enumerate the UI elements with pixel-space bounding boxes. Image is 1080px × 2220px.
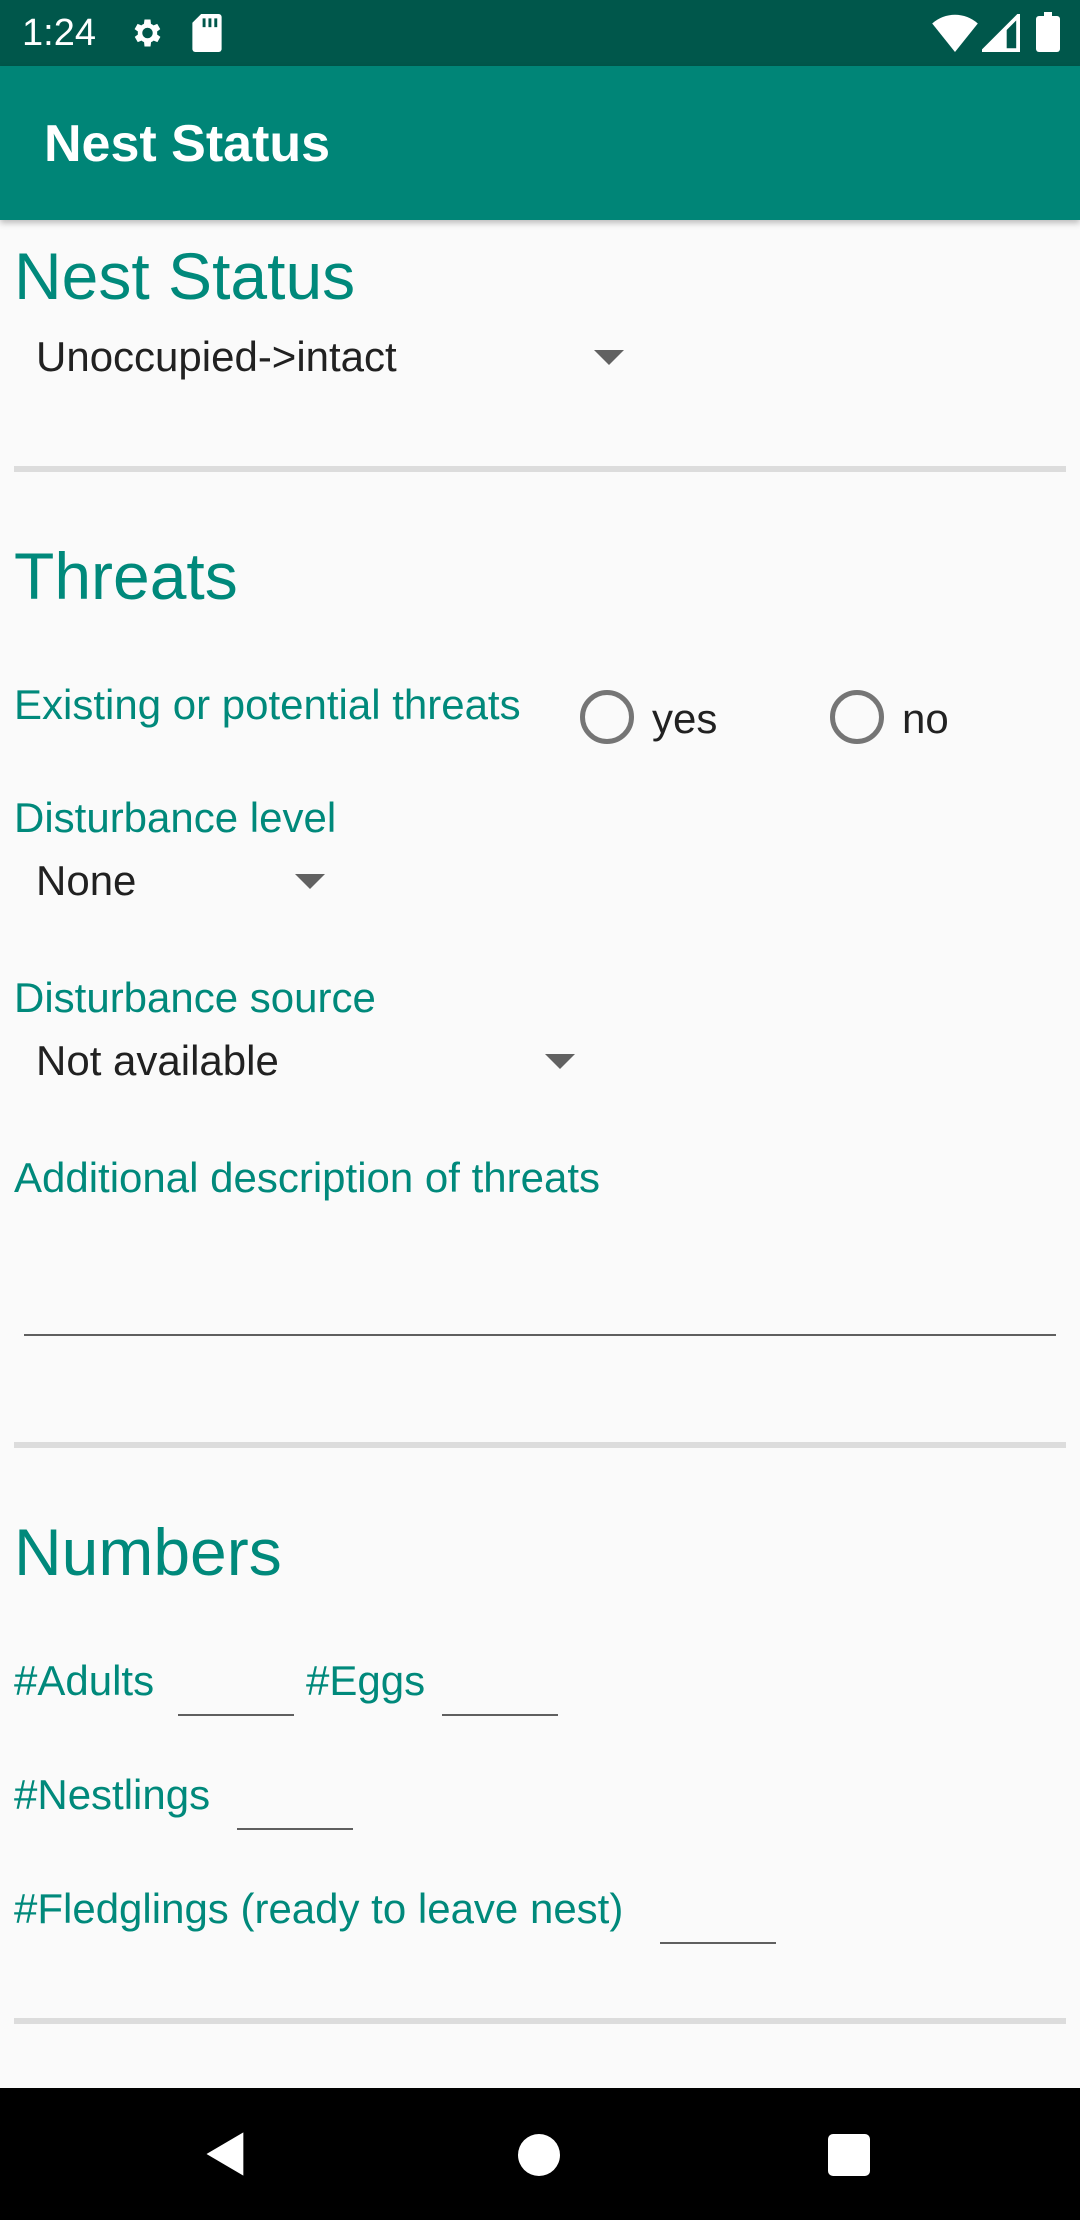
- dropdown-arrow-icon: [594, 350, 624, 365]
- adults-label: #Adults: [14, 1657, 155, 1704]
- section-divider: [14, 466, 1066, 472]
- disturbance-source-value: Not available: [36, 1037, 279, 1084]
- disturbance-level-value: None: [36, 857, 137, 904]
- threats-description-underline: [24, 1334, 1056, 1336]
- gear-icon: [134, 19, 161, 47]
- status-time: 1:24: [22, 12, 96, 54]
- threats-no-label: no: [902, 695, 949, 742]
- dropdown-arrow-icon: [295, 874, 325, 889]
- disturbance-source-label: Disturbance source: [14, 974, 376, 1021]
- app-bar: Nest Status: [0, 66, 1080, 220]
- threats-description-label: Additional description of threats: [14, 1154, 601, 1201]
- adults-input[interactable]: [178, 1656, 294, 1716]
- fledglings-label: #Fledglings (ready to leave nest): [14, 1885, 624, 1932]
- existing-threats-label: Existing or potential threats: [14, 681, 521, 728]
- nestlings-input[interactable]: [237, 1770, 353, 1830]
- disturbance-level-label: Disturbance level: [14, 794, 337, 841]
- dropdown-arrow-icon: [545, 1054, 575, 1069]
- wifi-icon: [932, 14, 978, 52]
- home-icon[interactable]: [518, 2134, 560, 2176]
- section-divider: [14, 1442, 1066, 1448]
- nest-status-spinner[interactable]: Unoccupied->intact: [0, 328, 630, 388]
- disturbance-level-spinner[interactable]: None: [0, 852, 340, 912]
- threats-no-radio[interactable]: no: [830, 688, 990, 748]
- threats-yes-label: yes: [652, 695, 718, 742]
- disturbance-source-spinner[interactable]: Not available: [0, 1032, 590, 1092]
- back-icon[interactable]: [200, 2128, 252, 2180]
- app-title: Nest Status: [44, 115, 331, 173]
- nestlings-label: #Nestlings: [14, 1771, 211, 1818]
- eggs-input[interactable]: [442, 1656, 558, 1716]
- nest-status-heading: Nest Status: [14, 239, 356, 313]
- nest-status-value: Unoccupied->intact: [36, 333, 397, 380]
- radio-unchecked-icon: [580, 690, 634, 744]
- status-bar: 1:24: [0, 0, 1080, 66]
- sd-card-icon: [192, 14, 222, 52]
- signal-icon: [982, 14, 1020, 52]
- numbers-heading: Numbers: [14, 1515, 282, 1589]
- section-divider: [14, 2018, 1066, 2024]
- radio-unchecked-icon: [830, 690, 884, 744]
- recents-icon[interactable]: [828, 2134, 870, 2176]
- threats-yes-radio[interactable]: yes: [580, 688, 740, 748]
- eggs-label: #Eggs: [306, 1657, 426, 1704]
- battery-icon: [1036, 12, 1060, 52]
- threats-description-input[interactable]: [24, 1230, 1056, 1338]
- threats-heading: Threats: [14, 539, 238, 613]
- fledglings-input[interactable]: [660, 1884, 776, 1944]
- navigation-bar: [0, 2088, 1080, 2220]
